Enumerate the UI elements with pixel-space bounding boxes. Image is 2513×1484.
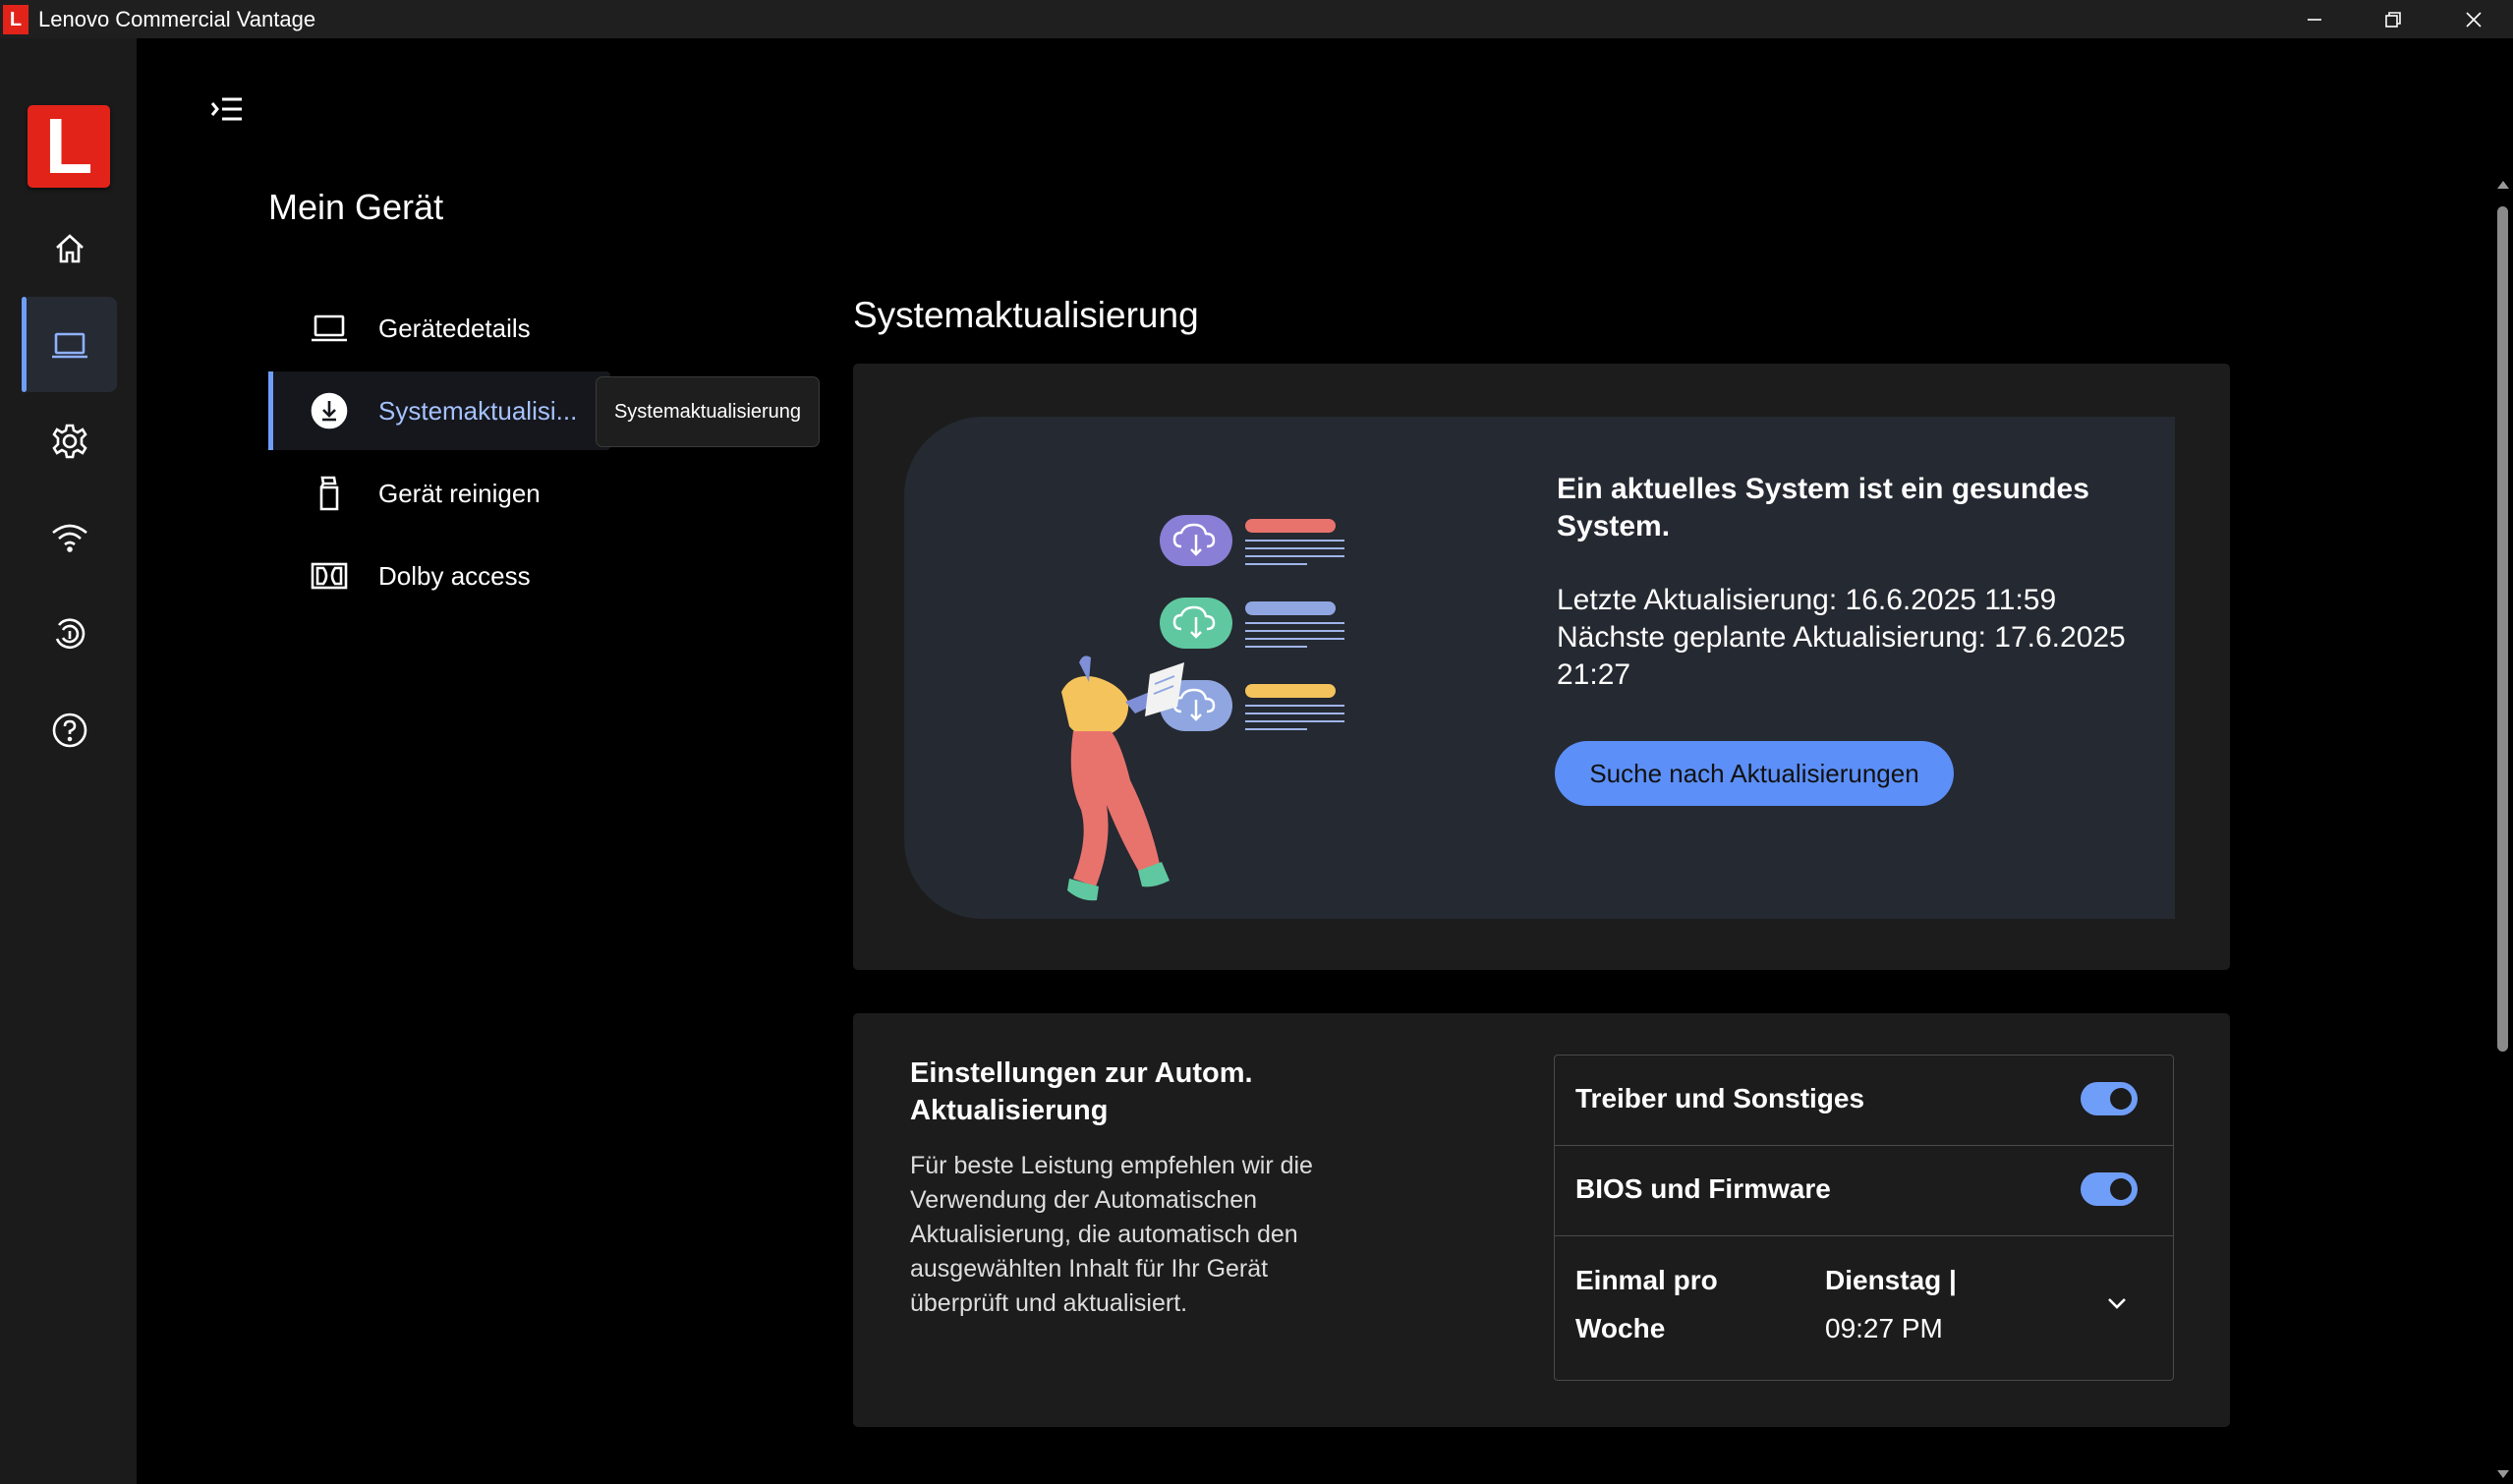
subnav-label: Gerätedetails — [378, 313, 531, 343]
schedule-time: 09:27 PM — [1825, 1313, 1943, 1343]
close-icon — [2466, 11, 2482, 28]
page-title: Mein Gerät — [268, 187, 444, 227]
scroll-down-icon[interactable] — [2496, 1469, 2510, 1479]
update-illustration — [1061, 515, 1344, 901]
download-icon — [308, 389, 351, 432]
last-update-text: Letzte Aktualisierung: 16.6.2025 11:59 — [1557, 584, 2057, 616]
system-update-card: Ein aktuelles System ist ein gesundes Sy… — [853, 364, 2230, 970]
bios-label: BIOS und Firmware — [1575, 1173, 1831, 1204]
schedule-frequency: Einmal pro Woche — [1575, 1265, 1718, 1343]
scroll-up-icon[interactable] — [2496, 180, 2510, 190]
left-rail: L — [0, 38, 137, 1484]
collapse-menu-icon — [210, 97, 242, 121]
help-icon — [52, 713, 86, 747]
scrollbar-thumb[interactable] — [2497, 206, 2508, 1052]
tooltip: Systemaktualisierung — [596, 376, 820, 447]
auto-update-title: Einstellungen zur Autom. Aktualisierung — [910, 1057, 1253, 1126]
subnav-item-clean-device[interactable]: Gerät reinigen — [268, 454, 610, 533]
auto-update-card: Einstellungen zur Autom. Aktualisierung … — [853, 1013, 2230, 1427]
rail-settings[interactable] — [22, 393, 117, 488]
hero-heading: Ein aktuelles System ist ein gesundes Sy… — [1557, 473, 2089, 542]
schedule-day: Dienstag | — [1825, 1265, 1957, 1295]
minimize-icon — [2308, 18, 2321, 21]
bios-row: BIOS und Firmware — [1555, 1146, 2173, 1236]
toggle-knob — [2110, 1178, 2132, 1200]
app-logo-icon: L — [3, 5, 29, 34]
minimize-button[interactable] — [2275, 0, 2354, 38]
auto-update-settings: Treiber und Sonstiges BIOS und Firmware … — [1554, 1055, 2174, 1381]
logo-letter: L — [44, 102, 93, 190]
menu-toggle-button[interactable] — [206, 90, 248, 128]
drivers-row: Treiber und Sonstiges — [1555, 1056, 2173, 1146]
rail-home[interactable] — [22, 200, 117, 296]
subnav-label: Systemaktualisi... — [378, 395, 578, 426]
subnav-item-dolby-access[interactable]: Dolby access — [268, 537, 610, 615]
schedule-value: Dienstag | 09:27 PM — [1825, 1256, 2041, 1352]
subnav-item-device-details[interactable]: Gerätedetails — [268, 289, 610, 368]
rail-my-device[interactable] — [22, 297, 117, 392]
restore-button[interactable] — [2354, 0, 2432, 38]
close-button[interactable] — [2434, 0, 2513, 38]
chevron-down-icon — [2108, 1298, 2126, 1309]
window-title: Lenovo Commercial Vantage — [38, 7, 316, 31]
spray-bottle-icon — [308, 472, 351, 515]
fingerprint-icon — [55, 617, 85, 649]
auto-update-description: Für beste Leistung empfehlen wir die Ver… — [910, 1152, 1313, 1317]
rail-network[interactable] — [22, 489, 117, 585]
section-title: Systemaktualisierung — [853, 295, 1199, 335]
drivers-label: Treiber und Sonstiges — [1575, 1083, 1865, 1113]
subnav-label: Dolby access — [378, 560, 531, 591]
title-bar: L Lenovo Commercial Vantage — [0, 0, 2513, 38]
hero-panel: Ein aktuelles System ist ein gesundes Sy… — [904, 417, 2175, 919]
subnav-label: Gerät reinigen — [378, 478, 541, 508]
home-icon — [55, 233, 84, 262]
subnav-item-system-update[interactable]: Systemaktualisi... — [268, 371, 610, 450]
schedule-dropdown-button[interactable] — [2101, 1293, 2133, 1318]
rail-security[interactable] — [22, 586, 117, 681]
rail-help[interactable] — [22, 682, 117, 777]
toggle-knob — [2110, 1088, 2132, 1110]
schedule-row[interactable]: Einmal pro Woche Dienstag | 09:27 PM — [1555, 1236, 2173, 1380]
restore-icon — [2385, 11, 2401, 28]
lenovo-logo[interactable]: L — [28, 105, 110, 188]
laptop-icon — [308, 307, 351, 350]
bios-toggle[interactable] — [2081, 1172, 2138, 1206]
gear-icon — [51, 424, 87, 458]
wifi-icon — [51, 524, 87, 552]
dolby-icon — [308, 554, 351, 598]
next-update-text: Nächste geplante Aktualisierung: 17.6.20… — [1557, 621, 2126, 691]
check-for-updates-button[interactable]: Suche nach Aktualisierungen — [1555, 741, 1954, 806]
laptop-icon — [51, 332, 87, 358]
drivers-toggle[interactable] — [2081, 1082, 2138, 1115]
